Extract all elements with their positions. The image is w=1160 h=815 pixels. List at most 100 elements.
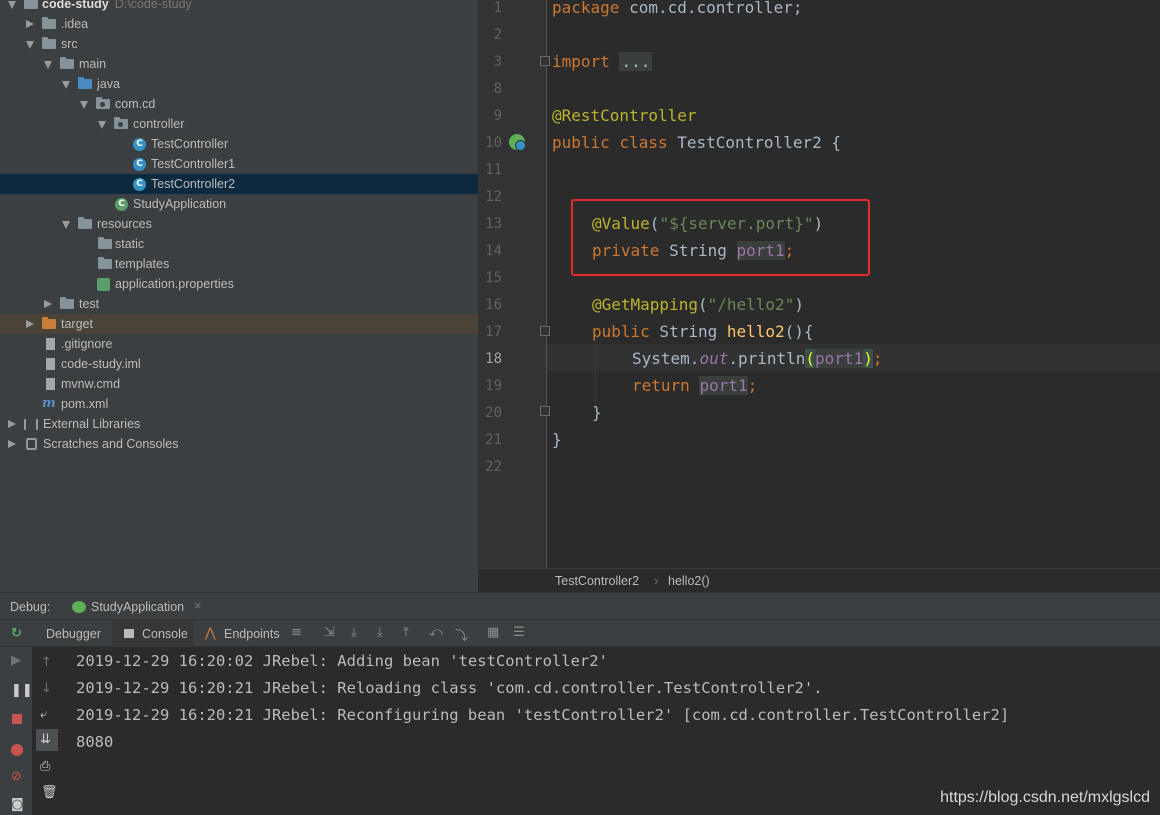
- indent-guide: [595, 345, 596, 405]
- run-config-tab[interactable]: StudyApplication: [91, 600, 184, 614]
- chevron-down-icon[interactable]: [98, 121, 106, 129]
- menu-icon[interactable]: ≡: [291, 625, 302, 640]
- trash-icon[interactable]: 🗑: [41, 785, 58, 800]
- annotation-highlight-box: [571, 199, 870, 276]
- breadcrumb: TestController2 › hello2(): [478, 568, 1160, 592]
- tree-item-templates[interactable]: templates: [0, 254, 478, 274]
- chevron-down-icon[interactable]: [44, 61, 52, 69]
- tree-item-src[interactable]: src: [0, 34, 478, 54]
- chevron-down-icon[interactable]: [62, 221, 70, 229]
- fold-end-icon[interactable]: [540, 406, 550, 416]
- pause-icon[interactable]: ❚❚: [11, 683, 33, 698]
- tree-item-java[interactable]: java: [0, 74, 478, 94]
- step-out-icon[interactable]: ⤒: [403, 625, 409, 640]
- tree-item-application-properties[interactable]: application.properties: [0, 274, 478, 294]
- file-icon: [46, 338, 55, 350]
- fold-expand-icon[interactable]: [540, 56, 550, 66]
- resume-icon[interactable]: ▶: [11, 653, 21, 668]
- chevron-right-icon[interactable]: [44, 300, 52, 308]
- console-line: 2019-12-29 16:20:21 JRebel: Reconfigurin…: [76, 706, 1010, 724]
- tree-item-pom-xml[interactable]: m pom.xml: [0, 394, 478, 414]
- view-breakpoints-icon[interactable]: [11, 744, 23, 756]
- spring-run-icon: [72, 601, 86, 613]
- project-tree: code-study D:\code-study .idea src main j…: [0, 0, 478, 592]
- tab-console[interactable]: Console: [142, 627, 188, 641]
- chevron-down-icon[interactable]: [26, 41, 34, 49]
- tree-label: resources: [97, 217, 152, 231]
- tree-item-scratches[interactable]: Scratches and Consoles: [0, 434, 478, 454]
- console-line: 2019-12-29 16:20:21 JRebel: Reloading cl…: [76, 679, 823, 697]
- code-editor[interactable]: [547, 0, 1160, 568]
- line-number: 1: [493, 0, 502, 16]
- breadcrumb-class[interactable]: TestController2: [555, 574, 639, 588]
- tree-item-gitignore[interactable]: .gitignore: [0, 334, 478, 354]
- tree-label: application.properties: [115, 277, 234, 291]
- tree-label: TestController2: [151, 177, 236, 191]
- stop-icon[interactable]: [12, 714, 22, 724]
- close-icon[interactable]: ×: [194, 599, 201, 613]
- tree-item-root[interactable]: code-study D:\code-study: [0, 0, 478, 14]
- package-icon: [96, 97, 110, 109]
- chevron-right-icon[interactable]: [26, 20, 34, 28]
- tree-label: .idea: [61, 17, 89, 31]
- tree-item-test[interactable]: test: [0, 294, 478, 314]
- step-into-icon[interactable]: ⤓: [377, 625, 383, 640]
- tree-item-testcontroller[interactable]: C TestController: [0, 134, 478, 154]
- folder-icon: [98, 237, 112, 249]
- tree-item-testcontroller2[interactable]: C TestController2: [0, 174, 478, 194]
- tree-label: static: [115, 237, 145, 251]
- down-arrow-icon[interactable]: ↓: [41, 681, 52, 696]
- tree-item-mvnw-cmd[interactable]: mvnw.cmd: [0, 374, 478, 394]
- tree-label: External Libraries: [43, 417, 141, 431]
- tree-item-target[interactable]: target: [0, 314, 478, 334]
- code-line-18: System.out.println(port1);: [632, 349, 883, 368]
- tree-label: src: [61, 37, 78, 51]
- folder-icon: [98, 257, 112, 269]
- tree-item-com-cd[interactable]: com.cd: [0, 94, 478, 114]
- tab-endpoints[interactable]: Endpoints: [224, 627, 280, 641]
- soft-wrap-icon[interactable]: ⤶: [40, 707, 47, 722]
- line-number: 12: [485, 189, 502, 205]
- chevron-down-icon[interactable]: [80, 101, 88, 109]
- console-icon: [124, 629, 134, 638]
- class-icon: C: [133, 158, 146, 171]
- camera-icon[interactable]: ◙: [11, 797, 24, 812]
- tree-item-external-libraries[interactable]: External Libraries: [0, 414, 478, 434]
- tree-label: code-study.iml: [61, 357, 141, 371]
- folded-imports[interactable]: ...: [619, 52, 653, 71]
- show-execution-point-icon[interactable]: ⇲: [324, 625, 335, 640]
- tree-label: StudyApplication: [133, 197, 227, 211]
- mute-breakpoints-icon[interactable]: ⊘: [11, 769, 22, 784]
- tree-item-main[interactable]: main: [0, 54, 478, 74]
- debug-label: Debug:: [10, 600, 51, 614]
- tree-label: Scratches and Consoles: [43, 437, 179, 451]
- chevron-down-icon[interactable]: [62, 81, 70, 89]
- fold-collapse-icon[interactable]: [540, 326, 550, 336]
- spring-bean-icon[interactable]: [509, 134, 526, 151]
- tree-item-resources[interactable]: resources: [0, 214, 478, 234]
- run-to-cursor-icon[interactable]: ⤵: [455, 625, 468, 644]
- tab-debugger[interactable]: Debugger: [46, 627, 101, 641]
- line-number: 9: [493, 108, 502, 124]
- rerun-icon[interactable]: ↻: [11, 626, 22, 641]
- breadcrumb-method[interactable]: hello2(): [668, 574, 710, 588]
- chevron-right-icon[interactable]: [26, 320, 34, 328]
- tree-label: main: [79, 57, 107, 71]
- tree-item-controller[interactable]: controller: [0, 114, 478, 134]
- chevron-right-icon[interactable]: [8, 420, 16, 428]
- tree-item-code-study-iml[interactable]: code-study.iml: [0, 354, 478, 374]
- evaluate-icon[interactable]: ▦: [487, 625, 499, 640]
- chevron-down-icon[interactable]: [8, 1, 16, 9]
- drop-frame-icon[interactable]: ⤺: [429, 625, 443, 640]
- chevron-right-icon[interactable]: [8, 440, 16, 448]
- code-line-19: return port1;: [632, 376, 758, 395]
- step-over-icon[interactable]: ⤓: [351, 625, 357, 640]
- up-arrow-icon[interactable]: ↑: [41, 655, 52, 670]
- print-icon[interactable]: ⎙: [40, 759, 50, 774]
- trace-icon[interactable]: ☰: [513, 625, 525, 640]
- tree-item-testcontroller1[interactable]: C TestController1: [0, 154, 478, 174]
- tree-item-static[interactable]: static: [0, 234, 478, 254]
- tree-item-idea[interactable]: .idea: [0, 14, 478, 34]
- tree-item-studyapplication[interactable]: C StudyApplication: [0, 194, 478, 214]
- console-line: 8080: [76, 733, 114, 751]
